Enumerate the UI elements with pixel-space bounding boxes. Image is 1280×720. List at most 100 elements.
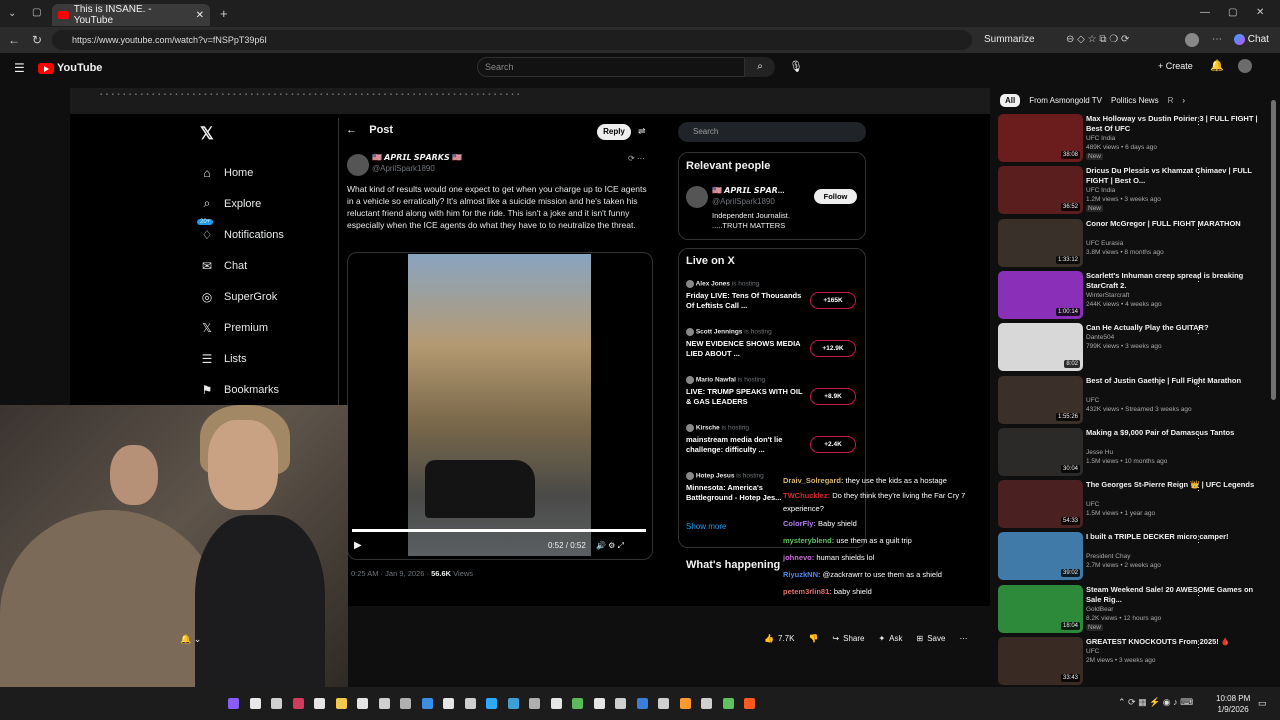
video-channel[interactable]: UFC — [1086, 501, 1099, 508]
volume-settings-fullscreen-icons[interactable]: 🔊 ⚙ ⤢ — [596, 541, 624, 551]
live-item[interactable]: Alex Jones is hosting Friday LIVE: Tens O… — [686, 280, 861, 328]
recommended-video[interactable]: 1:00:14 Scarlett's Inhuman creep spread i… — [998, 270, 1268, 321]
copilot-chat-button[interactable]: Chat — [1234, 34, 1269, 45]
video-channel[interactable]: President Chay — [1086, 553, 1130, 560]
taskbar-app-icon[interactable] — [464, 698, 476, 709]
summarize-button[interactable]: Summarize — [984, 34, 1035, 45]
nav-item-bookmarks[interactable]: ⚑ Bookmarks — [200, 374, 284, 405]
new-tab-icon[interactable]: + — [220, 6, 228, 21]
scrollbar[interactable] — [1271, 100, 1276, 400]
live-item[interactable]: Kirsche is hosting mainstream media don't… — [686, 424, 861, 472]
taskbar-app-icon[interactable] — [550, 698, 562, 709]
taskbar-app-icon[interactable] — [658, 698, 669, 709]
taskbar-app-icon[interactable] — [636, 698, 648, 709]
recommended-video[interactable]: 8:02 Can He Actually Play the GUITAR? Dant… — [998, 323, 1268, 373]
video-channel[interactable]: Jesse Hu — [1086, 449, 1113, 456]
maximize-icon[interactable]: ▢ — [1228, 7, 1237, 18]
chip-partial[interactable]: R — [1168, 96, 1174, 105]
taskbar-app-icon[interactable] — [701, 698, 712, 709]
tab-actions-icon[interactable]: ▢ — [32, 7, 41, 18]
profile-avatar[interactable] — [1185, 33, 1199, 47]
taskbar-app-icon[interactable] — [335, 698, 347, 709]
nav-item-explore[interactable]: ⌕ Explore — [200, 188, 284, 219]
reload-icon[interactable]: ↻ — [32, 33, 42, 47]
create-button[interactable]: + Create — [1158, 61, 1193, 71]
recommended-video[interactable]: 54:33 The Georges St-Pierre Reign 👑 | UFC… — [998, 480, 1268, 530]
taskbar-app-icon[interactable] — [593, 698, 605, 709]
video-channel[interactable]: Dante504 — [1086, 334, 1114, 341]
taskbar-app-icon[interactable] — [529, 698, 540, 709]
video-thumbnail[interactable]: 1:33:12 — [998, 218, 1083, 267]
search-icon[interactable]: ⌕ — [745, 57, 775, 77]
taskbar-app-icon[interactable] — [572, 698, 583, 709]
video-title[interactable]: GREATEST KNOCKOUTS From 2025! 🩸 — [1086, 637, 1261, 647]
more-actions-icon[interactable]: ⋯ — [959, 634, 967, 643]
live-item[interactable]: Mario Nawfal is hosting LIVE: TRUMP SPEAK… — [686, 376, 861, 424]
more-options-icon[interactable]: ⋮ — [1194, 482, 1203, 493]
video-title[interactable]: Dricus Du Plessis vs Khamzat Chimaev | F… — [1086, 166, 1261, 186]
video-channel[interactable]: UFC — [1086, 648, 1099, 655]
more-options-icon[interactable]: ⋮ — [1194, 430, 1203, 441]
video-thumbnail[interactable]: 1:55:26 — [998, 375, 1083, 424]
author-handle[interactable]: @AprilSpark1890 — [372, 164, 435, 173]
taskbar-app-icon[interactable] — [486, 698, 497, 709]
taskbar-app-icon[interactable] — [421, 698, 433, 709]
extension-icons[interactable]: ⊖ ◇ ☆ ⧉ ❍ ⟳ — [1066, 34, 1129, 45]
taskbar-app-icon[interactable] — [228, 698, 239, 709]
video-thumbnail[interactable]: 33:43 — [998, 637, 1083, 685]
more-options-icon[interactable]: ⋮ — [1194, 116, 1203, 127]
video-thumbnail[interactable]: 39:02 — [998, 532, 1083, 581]
recommended-video[interactable]: 39:02 I built a TRIPLE DECKER micro campe… — [998, 532, 1268, 582]
back-icon[interactable]: ← — [8, 33, 20, 47]
live-viewers-badge[interactable]: +165K — [810, 292, 856, 309]
video-channel[interactable]: UFC — [1086, 397, 1099, 404]
video-title[interactable]: Scarlett's Inhuman creep spread is break… — [1086, 271, 1261, 291]
video-thumbnail[interactable]: 36:52 — [998, 166, 1083, 215]
nav-item-notifications[interactable]: ♢ Notifications 20+ — [197, 219, 284, 250]
subscribe-bell-icon[interactable]: 🔔 ⌄ — [180, 634, 201, 645]
taskbar-app-icon[interactable] — [378, 698, 390, 709]
video-title[interactable]: Making a $9,000 Pair of Damascus Tantos — [1086, 428, 1261, 438]
video-channel[interactable]: GoldBear — [1086, 606, 1113, 613]
follow-button[interactable]: Follow — [814, 189, 857, 204]
author-avatar[interactable] — [347, 154, 369, 176]
video-thumbnail[interactable]: 8:02 — [998, 323, 1083, 372]
youtube-logo[interactable]: YouTube — [38, 62, 102, 74]
address-bar[interactable]: https://www.youtube.com/watch?v=fNSPpT39… — [52, 30, 972, 50]
live-viewers-badge[interactable]: +2.4K — [810, 436, 856, 453]
more-options-icon[interactable]: ⋮ — [1194, 639, 1203, 650]
live-viewers-badge[interactable]: +8.9K — [810, 388, 856, 405]
taskbar-app-icon[interactable] — [679, 698, 691, 709]
microphone-icon[interactable]: 🎙 — [789, 60, 803, 73]
nav-item-supergrok[interactable]: ◎ SuperGrok — [200, 281, 284, 312]
video-thumbnail[interactable]: 54:33 — [998, 480, 1083, 529]
thumbs-down-icon[interactable]: 👎 — [808, 634, 818, 643]
more-options-icon[interactable]: ⋮ — [1194, 534, 1203, 545]
video-channel[interactable]: WinterStarcraft — [1086, 292, 1129, 299]
video-title[interactable]: Max Holloway vs Dustin Poirier 3 | FULL … — [1086, 114, 1261, 134]
more-options-icon[interactable]: ⋮ — [1194, 587, 1203, 598]
ask-button[interactable]: ✦ Ask — [878, 634, 902, 643]
taskbar-clock[interactable]: 10:08 PM 1/9/2026 — [1216, 693, 1250, 715]
more-options-icon[interactable]: ⋮ — [1194, 325, 1203, 336]
more-options-icon[interactable]: ⋮ — [1194, 378, 1203, 389]
video-channel[interactable]: UFC India — [1086, 187, 1115, 194]
taskbar-app-icon[interactable] — [615, 698, 626, 709]
nav-item-home[interactable]: ⌂ Home — [200, 157, 284, 188]
chip-politics-news[interactable]: Politics News — [1111, 96, 1159, 105]
video-title[interactable]: I built a TRIPLE DECKER micro camper! — [1086, 532, 1261, 542]
share-button[interactable]: ↪ Share — [832, 634, 864, 643]
relevant-avatar[interactable] — [686, 186, 708, 208]
taskbar-app-icon[interactable] — [507, 698, 519, 709]
x-logo-icon[interactable]: 𝕏 — [200, 124, 214, 144]
video-thumbnail[interactable]: 38:08 — [998, 114, 1083, 162]
video-thumbnail[interactable]: 1:00:14 — [998, 270, 1083, 319]
taskbar-app-icon[interactable] — [744, 698, 755, 709]
youtube-search-input[interactable]: Search — [477, 57, 745, 77]
taskbar-app-icon[interactable] — [292, 698, 304, 709]
more-options-icon[interactable]: ⋮ — [1194, 168, 1203, 179]
menu-dots-icon[interactable]: ⋯ — [1212, 34, 1222, 45]
more-options-icon[interactable]: ⟳ ⋯ — [628, 154, 645, 163]
save-button[interactable]: ⊞ Save — [917, 634, 946, 643]
recommended-video[interactable]: 36:52 Dricus Du Plessis vs Khamzat Chimae… — [998, 166, 1268, 216]
